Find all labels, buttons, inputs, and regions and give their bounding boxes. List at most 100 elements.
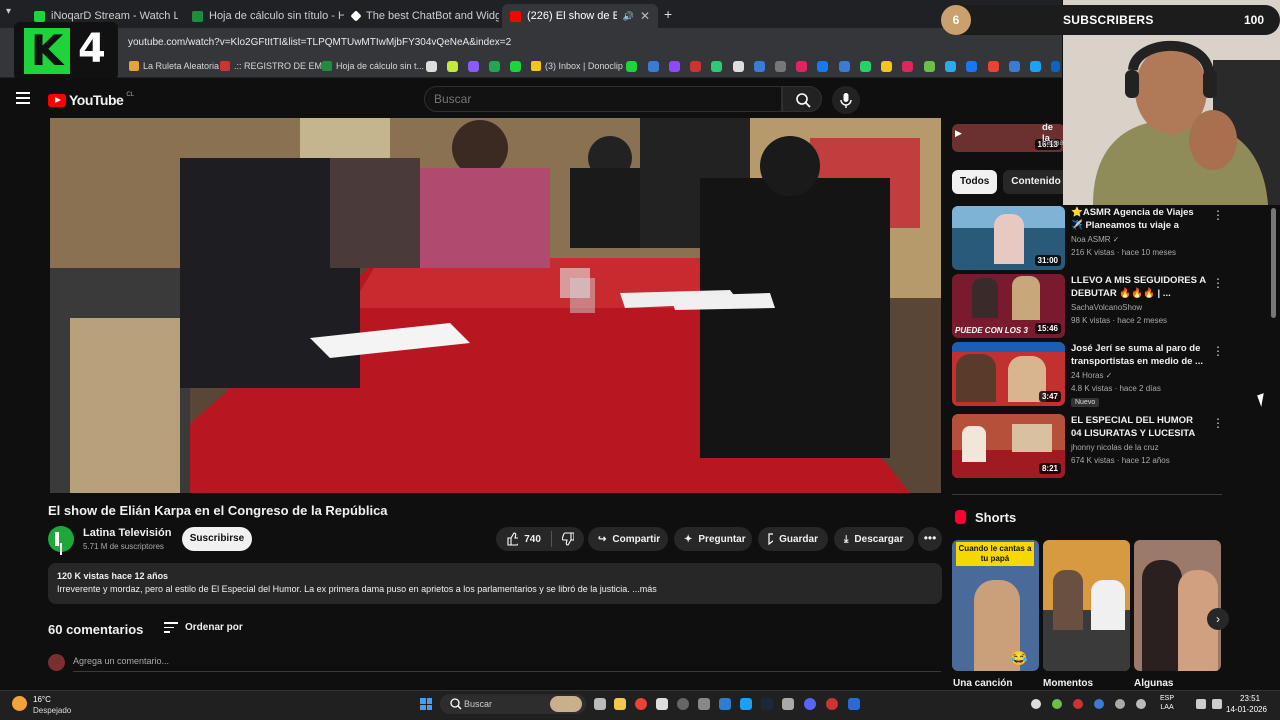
video-player[interactable]: [50, 118, 941, 493]
bookmark-icon[interactable]: [626, 61, 637, 72]
clock-date[interactable]: 14-01-2026: [1226, 705, 1267, 714]
edge-icon[interactable]: [719, 698, 731, 710]
bookmark-item[interactable]: (3) Inbox | Donoclip: [531, 61, 623, 71]
weather-description[interactable]: Despejado: [33, 706, 71, 715]
app-icon[interactable]: [677, 698, 689, 710]
search-input[interactable]: [434, 92, 764, 106]
whatsapp-icon[interactable]: [860, 61, 871, 72]
hamburger-menu-icon[interactable]: [16, 92, 30, 104]
more-vert-icon[interactable]: ⋮: [1212, 344, 1224, 358]
more-vert-icon[interactable]: ⋮: [1212, 416, 1224, 430]
short-item[interactable]: [1043, 540, 1130, 671]
bookmark-icon[interactable]: [796, 61, 807, 72]
app-icon[interactable]: [848, 698, 860, 710]
rec-channel[interactable]: SachaVolcanoShow: [1071, 303, 1142, 312]
subscribe-button[interactable]: Suscribirse: [182, 527, 252, 551]
recommendation-item[interactable]: PUEDE CON LOS 3 15:46 LLEVO A MIS SEGUID…: [952, 274, 1252, 338]
app-icon[interactable]: [740, 698, 752, 710]
shorts-next-button[interactable]: ›: [1207, 608, 1229, 630]
tray-icon[interactable]: [1115, 699, 1125, 709]
save-button[interactable]: Guardar: [758, 527, 828, 551]
more-vert-icon[interactable]: ⋮: [1212, 208, 1224, 222]
bookmark-icon[interactable]: [881, 61, 892, 72]
sort-icon[interactable]: [164, 622, 178, 633]
facebook-icon[interactable]: [966, 61, 977, 72]
bookmark-icon[interactable]: [711, 61, 722, 72]
volume-icon[interactable]: [1212, 699, 1222, 709]
obs-icon[interactable]: [826, 698, 838, 710]
microphone-tray-icon[interactable]: [1136, 699, 1146, 709]
twitter-icon[interactable]: [1030, 61, 1041, 72]
taskbar-search[interactable]: [440, 694, 586, 714]
app-icon[interactable]: [698, 698, 710, 710]
close-tab-icon[interactable]: ✕: [640, 9, 650, 23]
more-vert-icon[interactable]: ⋮: [1212, 276, 1224, 290]
rec-channel[interactable]: jhonny nicolas de la cruz: [1071, 443, 1159, 452]
bookmark-icon[interactable]: [426, 61, 437, 72]
telegram-icon[interactable]: [945, 61, 956, 72]
recommendation-partial[interactable]: ▶ 16:13 de la Latina: [952, 118, 1065, 156]
bookmark-icon[interactable]: [669, 61, 680, 72]
app-icon[interactable]: [782, 698, 794, 710]
like-icon[interactable]: [506, 532, 519, 546]
youtube-logo[interactable]: YouTube CL: [48, 92, 134, 108]
tray-icon[interactable]: [1031, 699, 1041, 709]
share-button[interactable]: ↪ Compartir: [588, 527, 668, 551]
gmail-icon[interactable]: [988, 61, 999, 72]
sort-button[interactable]: Ordenar por: [185, 622, 243, 633]
bookmark-item[interactable]: .:: REGISTRO DE EM...: [220, 61, 330, 71]
bookmark-icon[interactable]: [489, 61, 500, 72]
recommendation-item[interactable]: 8:21 EL ESPECIAL DEL HUMOR 04 LISURATAS …: [952, 414, 1252, 478]
search-button[interactable]: [782, 86, 822, 112]
bookmark-icon[interactable]: [733, 61, 744, 72]
bookmark-item[interactable]: Hoja de cálculo sin t...: [322, 61, 424, 71]
bookmark-icon[interactable]: [817, 61, 828, 72]
more-actions-button[interactable]: •••: [918, 527, 942, 551]
rec-channel[interactable]: 24 Horas ✓: [1071, 371, 1112, 380]
weather-temperature[interactable]: 16°C: [33, 695, 51, 704]
bookmark-icon[interactable]: [1009, 61, 1020, 72]
bookmark-icon[interactable]: [468, 61, 479, 72]
dislike-icon[interactable]: [561, 532, 574, 546]
task-view-icon[interactable]: [594, 698, 606, 710]
browser-tab-active[interactable]: (226) El show de Elián Karpa 🔊 ✕: [502, 4, 658, 28]
discord-icon[interactable]: [804, 698, 816, 710]
bookmark-icon[interactable]: [839, 61, 850, 72]
rec-channel[interactable]: Noa ASMR ✓: [1071, 235, 1120, 244]
network-icon[interactable]: [1196, 699, 1206, 709]
recommendation-item[interactable]: 3:47 José Jerí se suma al paro de transp…: [952, 342, 1252, 407]
bookmark-icon[interactable]: [510, 61, 521, 72]
description-text[interactable]: Irreverente y mordaz, pero al estilo de …: [57, 584, 657, 594]
file-explorer-icon[interactable]: [614, 698, 626, 710]
short-item[interactable]: [1134, 540, 1221, 671]
bookmark-icon[interactable]: [447, 61, 458, 72]
add-comment-input[interactable]: Agrega un comentario...: [73, 656, 169, 666]
url-field[interactable]: youtube.com/watch?v=Klo2GFtItTI&list=TLP…: [128, 37, 511, 48]
bookmark-icon[interactable]: [648, 61, 659, 72]
chip-all[interactable]: Todos: [952, 170, 998, 194]
bookmark-icon[interactable]: [775, 61, 786, 72]
new-tab-button[interactable]: +: [664, 6, 672, 22]
tray-icon[interactable]: [1073, 699, 1083, 709]
short-item[interactable]: Cuando le cantas a tu papá 😂: [952, 540, 1039, 671]
bookmark-item[interactable]: La Ruleta Aleatoria: [129, 61, 219, 71]
clock-time[interactable]: 23:51: [1240, 694, 1260, 703]
weather-moon-icon[interactable]: [12, 696, 27, 711]
recommendation-item[interactable]: 31:00 ⭐ASMR Agencia de Viajes ✈️ Planeam…: [952, 206, 1252, 270]
channel-name[interactable]: Latina Televisión: [83, 527, 171, 539]
start-button[interactable]: [420, 698, 432, 710]
bookmark-icon[interactable]: [690, 61, 701, 72]
steam-icon[interactable]: [761, 698, 773, 710]
download-button[interactable]: ⤓ Descargar: [834, 527, 914, 551]
tray-icon[interactable]: [1052, 699, 1062, 709]
linkedin-icon[interactable]: [1051, 61, 1060, 72]
language-indicator[interactable]: ESP LAA: [1160, 694, 1174, 712]
bookmark-icon[interactable]: [924, 61, 935, 72]
app-icon[interactable]: [656, 698, 668, 710]
bookmark-icon[interactable]: [902, 61, 913, 72]
ask-button[interactable]: ✦ Preguntar: [674, 527, 752, 551]
sidebar-scrollbar[interactable]: [1271, 208, 1276, 318]
browser-tab[interactable]: Hoja de cálculo sin título - Hoja ✕: [184, 4, 344, 28]
channel-avatar[interactable]: [48, 526, 74, 552]
speaker-icon[interactable]: 🔊: [623, 11, 634, 22]
